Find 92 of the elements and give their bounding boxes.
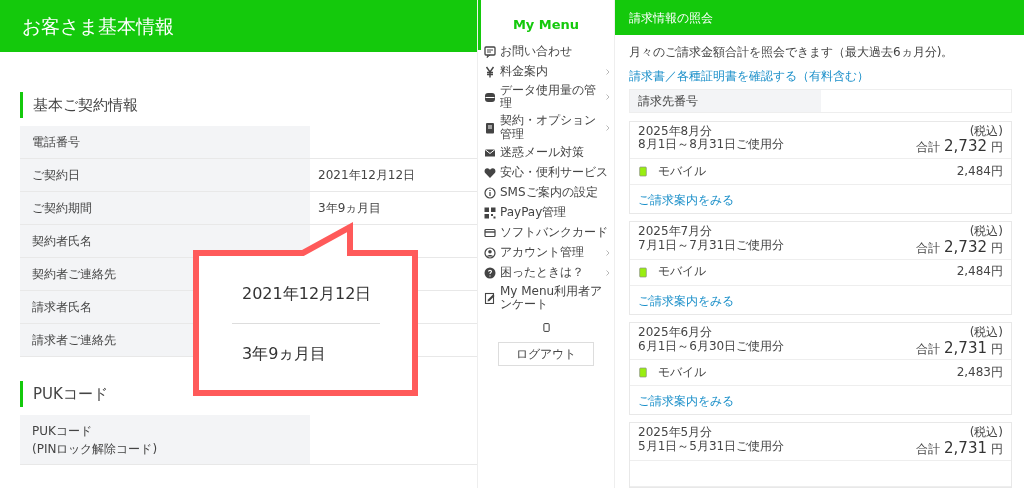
row-value: 2021年12月12日	[318, 167, 416, 184]
heart-icon	[484, 166, 496, 179]
menu-label: お問い合わせ	[500, 45, 573, 59]
total-label: 合計	[916, 141, 941, 156]
section-heading: 基本ご契約情報	[20, 92, 477, 118]
line-amount: 2,484	[956, 164, 991, 179]
phone-icon	[541, 321, 551, 335]
menu-label: 迷惑メール対策	[500, 146, 585, 160]
menu-label: データ使用量の管理	[500, 84, 597, 111]
currency-unit: 円	[991, 265, 1003, 280]
total-label: 合計	[916, 443, 941, 457]
tax-note: (税込)	[968, 325, 1003, 340]
info-icon	[484, 186, 496, 199]
row-label: PUKコード (PINロック解除コード)	[20, 415, 310, 464]
total-amount: 2,732	[944, 239, 987, 256]
bill-month: 2025年8月分	[638, 124, 714, 138]
menu-item[interactable]: 迷惑メール対策	[478, 142, 614, 163]
bill-month: 2025年6月分	[638, 325, 714, 340]
bill-month: 2025年7月分	[638, 225, 714, 239]
menu-item[interactable]: SMSご案内の設定	[478, 182, 614, 203]
page-title: お客さま基本情報	[22, 13, 174, 39]
database-icon	[484, 91, 496, 104]
row-label: 請求先番号	[630, 89, 821, 112]
question-icon	[484, 266, 496, 279]
total-amount: 2,731	[944, 339, 987, 357]
row-value: 3年9ヵ月目	[318, 200, 382, 217]
menu-item[interactable]: アカウント管理	[478, 242, 614, 263]
menu-item[interactable]: 安心・便利サービス	[478, 162, 614, 183]
row-label: ご契約期間	[20, 192, 310, 224]
usage-period: 5月1日～5月31日ご使用分	[638, 440, 785, 454]
currency-unit: 円	[991, 365, 1003, 380]
detail-link[interactable]: ご請求案内をみる	[638, 392, 734, 411]
usage-period: 7月1日～7月31日ご使用分	[638, 239, 785, 253]
clipboard-icon	[484, 291, 496, 304]
menu-item[interactable]: My Menu利用者アンケート	[478, 282, 614, 314]
menu-label: SMSご案内の設定	[500, 186, 599, 200]
line-amount: 2,483	[956, 365, 991, 380]
menu-label: PayPay管理	[500, 206, 568, 220]
qr-code-icon	[484, 206, 496, 219]
total-amount: 2,732	[944, 138, 987, 155]
yen-icon	[484, 66, 496, 78]
menu-title: My Menu	[512, 17, 580, 32]
menu-item[interactable]: 契約・オプション管理	[478, 112, 614, 143]
row-label: 電話番号	[20, 126, 310, 158]
line-name: モバイル	[658, 265, 707, 280]
card-icon	[484, 226, 496, 239]
menu-label: アカウント管理	[500, 246, 585, 260]
line-name: モバイル	[658, 365, 707, 380]
total-label: 合計	[916, 242, 941, 256]
description-text: 月々のご請求金額合計を照会できます（最大過去6ヵ月分)。	[629, 45, 955, 61]
currency-unit: 円	[991, 242, 1003, 256]
tax-note: (税込)	[968, 426, 1003, 441]
currency-unit: 円	[991, 342, 1003, 357]
phone-icon	[638, 365, 648, 381]
tax-note: (税込)	[968, 124, 1003, 139]
logout-button[interactable]: ログアウト	[498, 342, 594, 367]
menu-label: 安心・便利サービス	[500, 166, 609, 180]
detail-link[interactable]: ご請求案内をみる	[638, 291, 734, 310]
tax-note: (税込)	[968, 225, 1003, 239]
menu-item[interactable]: データ使用量の管理	[478, 82, 614, 113]
callout-text: 3年9ヵ月目	[242, 343, 327, 365]
menu-label: My Menu利用者アンケート	[500, 284, 604, 312]
menu-item[interactable]: 料金案内	[478, 62, 614, 82]
menu-label: 困ったときは？	[500, 266, 585, 280]
phone-icon	[638, 164, 648, 180]
chat-icon	[484, 46, 496, 58]
usage-period: 8月1日～8月31日ご使用分	[638, 138, 785, 153]
menu-item[interactable]: お問い合わせ	[478, 42, 614, 62]
usage-period: 6月1日～6月30日ご使用分	[638, 339, 785, 354]
menu-item[interactable]: ソフトバンクカード	[478, 222, 614, 243]
document-link[interactable]: 請求書／各種証明書を確認する（有料含む）	[629, 66, 869, 85]
total-amount: 2,731	[944, 440, 987, 457]
user-icon	[484, 246, 496, 259]
currency-unit: 円	[991, 164, 1003, 179]
phone-icon	[638, 264, 648, 280]
menu-label: 料金案内	[500, 65, 549, 79]
row-label: 契約者氏名	[20, 225, 310, 257]
document-icon	[484, 121, 496, 134]
mail-icon	[484, 146, 496, 159]
page-title: 請求情報の照会	[629, 9, 713, 27]
menu-label: ソフトバンクカード	[500, 226, 609, 240]
currency-unit: 円	[991, 141, 1003, 156]
line-name: モバイル	[658, 164, 707, 179]
row-label: ご契約日	[20, 159, 310, 191]
total-label: 合計	[916, 342, 941, 357]
line-amount: 2,484	[956, 265, 991, 280]
bill-month: 2025年5月分	[638, 426, 714, 440]
detail-link[interactable]: ご請求案内をみる	[638, 191, 734, 210]
currency-unit: 円	[991, 443, 1003, 457]
menu-item[interactable]: 困ったときは？	[478, 262, 614, 283]
menu-label: 契約・オプション管理	[500, 114, 597, 141]
menu-item[interactable]: PayPay管理	[478, 202, 614, 223]
